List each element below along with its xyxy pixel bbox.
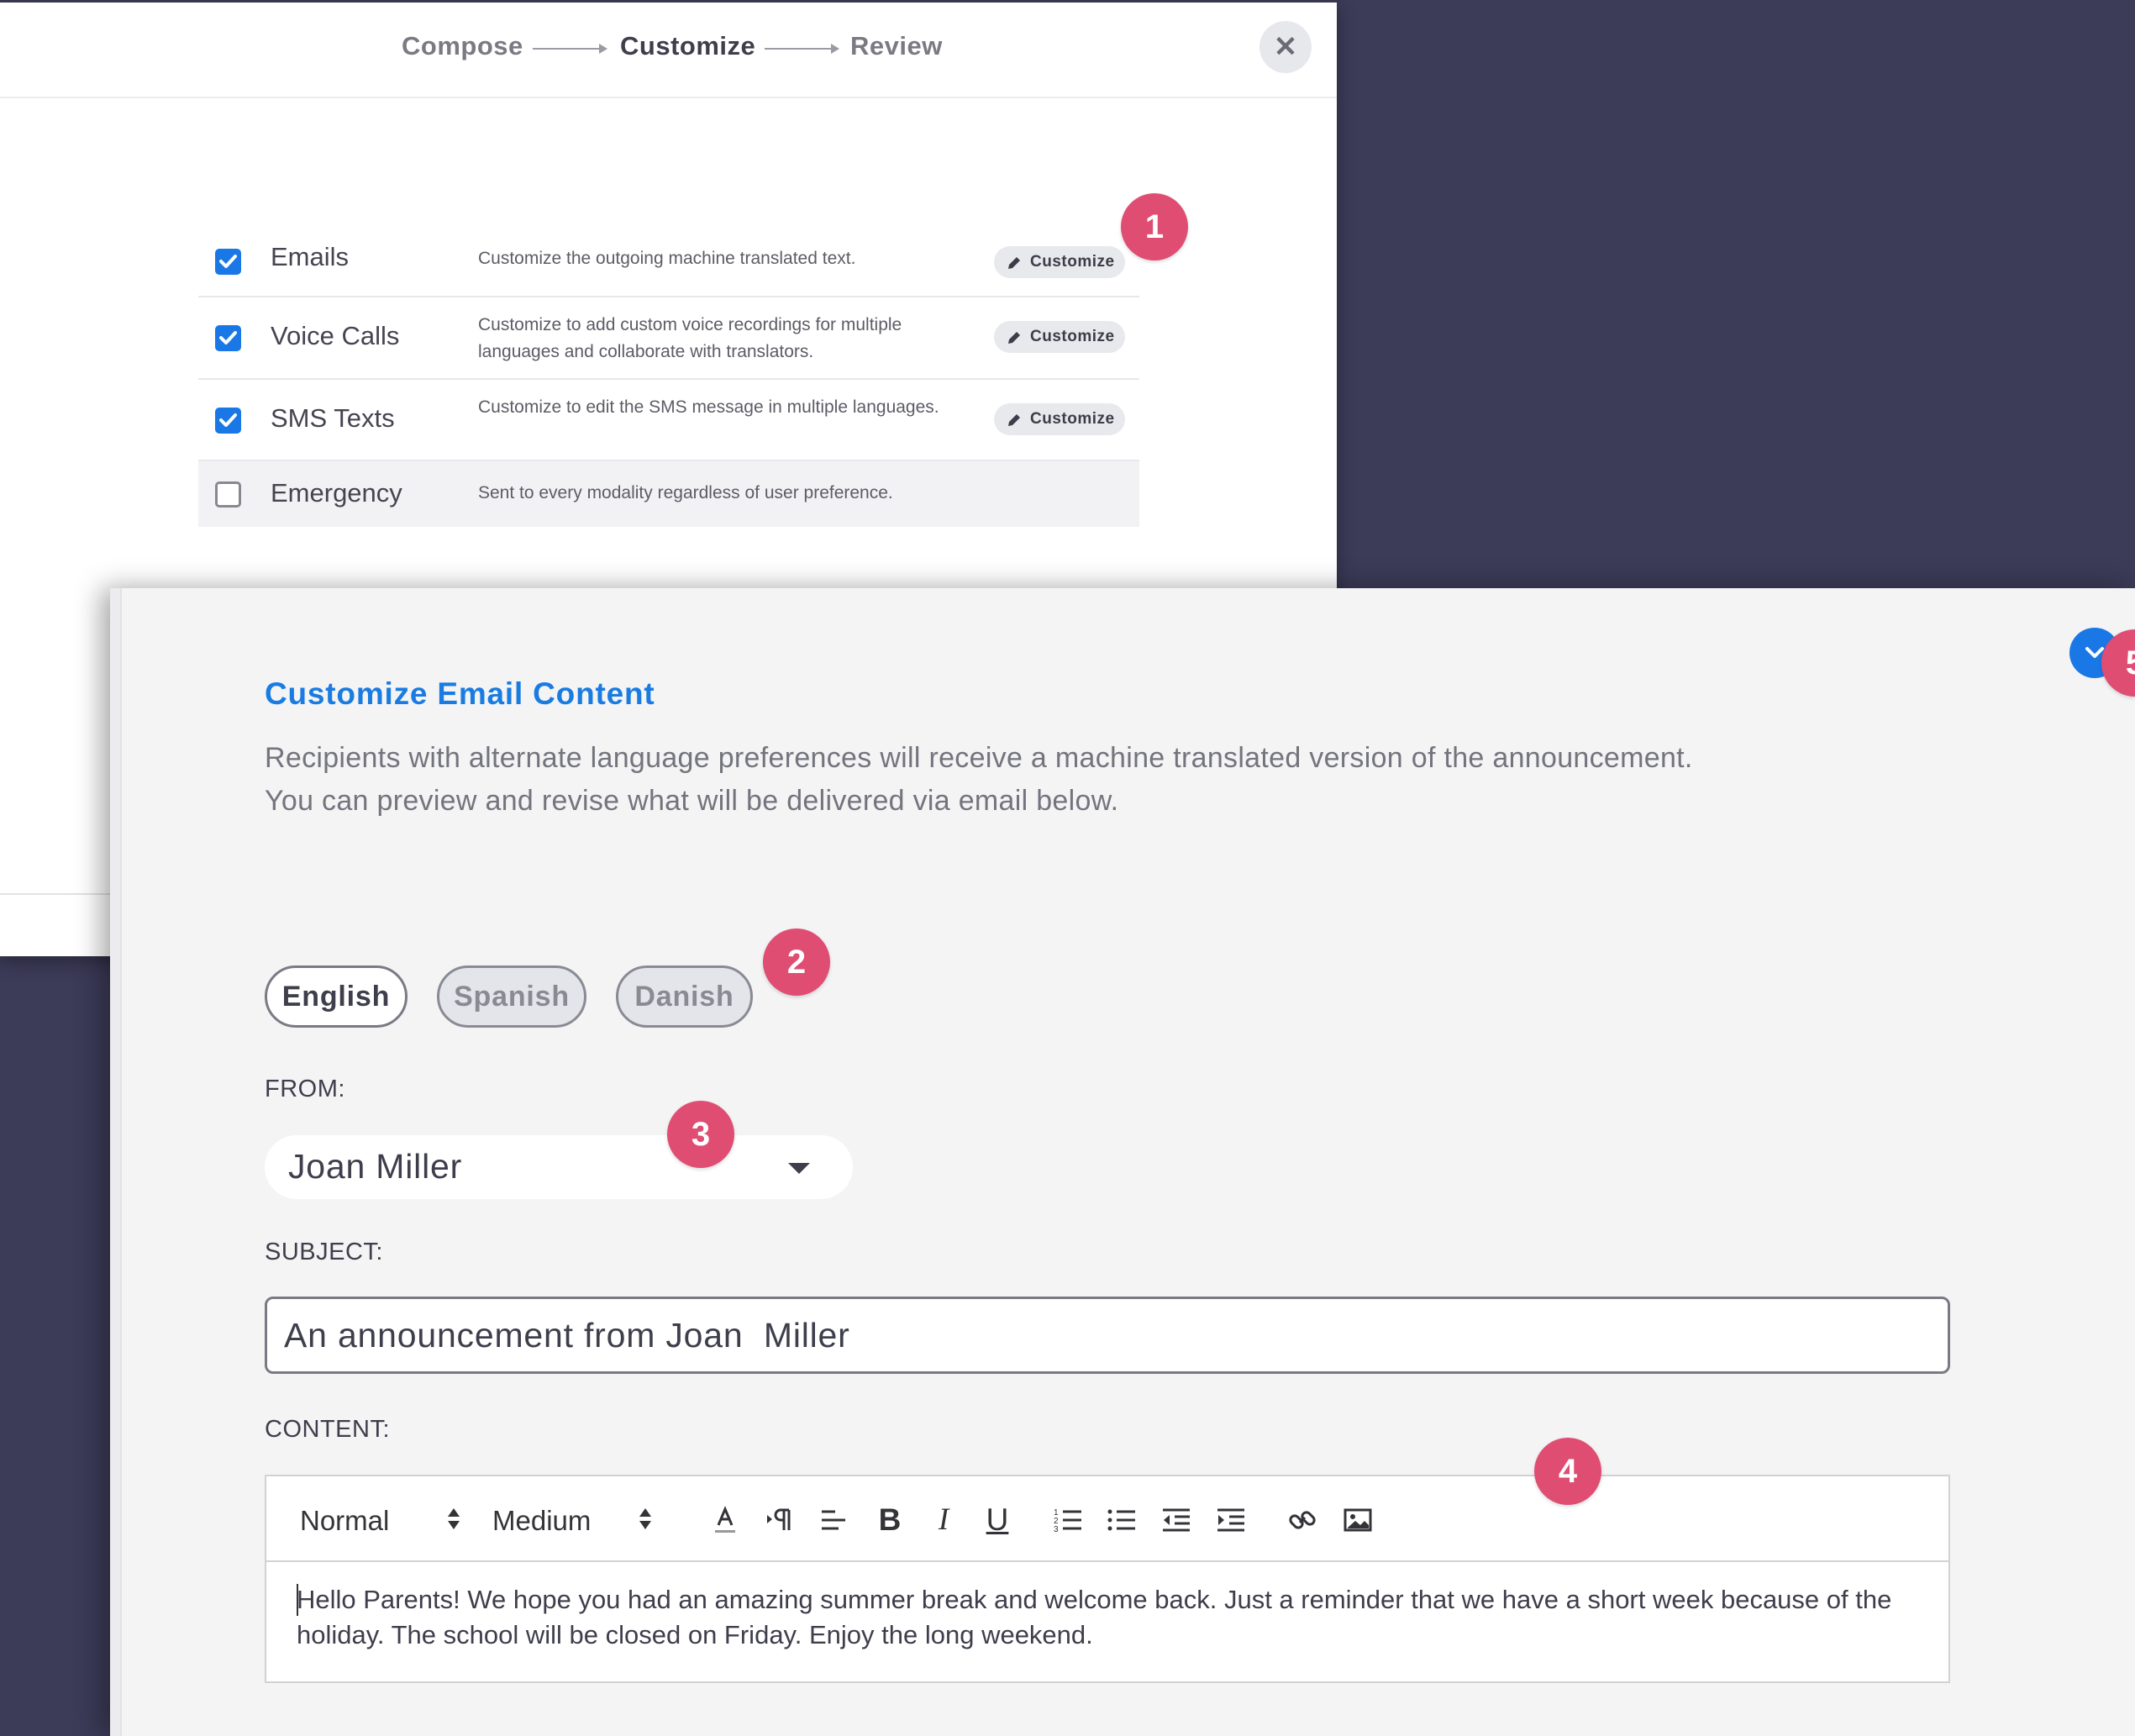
panel-description: Recipients with alternate language prefe… bbox=[265, 737, 1945, 823]
link-button[interactable] bbox=[1284, 1502, 1321, 1539]
modality-description: Customize to edit the SMS message in mul… bbox=[478, 397, 939, 417]
bullet-list-button[interactable] bbox=[1103, 1502, 1140, 1539]
text-color-icon bbox=[715, 1506, 735, 1533]
indent-icon bbox=[1217, 1508, 1244, 1532]
emails-checkbox[interactable] bbox=[215, 249, 241, 275]
callout-badge-2: 2 bbox=[763, 928, 830, 996]
content-body[interactable]: Hello Parents! We hope you had an amazin… bbox=[297, 1582, 1927, 1653]
outdent-icon bbox=[1163, 1508, 1190, 1532]
pencil-icon bbox=[1008, 414, 1020, 426]
customize-voice-calls-button[interactable]: Customize bbox=[994, 321, 1125, 353]
ordered-list-icon: 123 bbox=[1054, 1508, 1081, 1534]
callout-badge-3: 3 bbox=[667, 1101, 734, 1168]
callout-badge-1: 1 bbox=[1121, 193, 1188, 260]
stepper-header: Compose Customize Review ✕ bbox=[0, 3, 1337, 98]
emergency-checkbox[interactable] bbox=[215, 481, 241, 508]
italic-button[interactable]: I bbox=[925, 1503, 962, 1537]
voice-calls-checkbox[interactable] bbox=[215, 325, 241, 351]
panel-edge bbox=[110, 588, 122, 1736]
text-color-button[interactable] bbox=[707, 1502, 744, 1539]
customize-email-panel: Customize Email Content Recipients with … bbox=[110, 588, 2135, 1736]
size-updown-icon bbox=[639, 1508, 651, 1532]
image-button[interactable] bbox=[1339, 1502, 1376, 1539]
customize-button-label: Customize bbox=[1030, 328, 1115, 345]
underline-button[interactable]: U bbox=[979, 1503, 1016, 1537]
modality-row-emergency: Emergency Sent to every modality regardl… bbox=[198, 461, 1139, 527]
check-icon bbox=[219, 413, 237, 427]
bold-button[interactable]: B bbox=[871, 1503, 908, 1537]
modality-name: Emergency bbox=[271, 478, 402, 508]
modality-name: SMS Texts bbox=[271, 403, 395, 433]
step-review[interactable]: Review bbox=[850, 28, 943, 65]
link-icon bbox=[1289, 1511, 1316, 1529]
modality-row-voice-calls: Voice Calls Customize to add custom voic… bbox=[198, 297, 1139, 380]
align-button[interactable] bbox=[815, 1502, 852, 1539]
from-value: Joan Miller bbox=[288, 1147, 463, 1186]
modality-name: Emails bbox=[271, 242, 350, 271]
content-label: CONTENT: bbox=[265, 1416, 390, 1443]
editor-toolbar: Normal Medium B I U 123 bbox=[266, 1476, 1948, 1562]
pencil-icon bbox=[1008, 257, 1020, 269]
ordered-list-button[interactable]: 123 bbox=[1049, 1502, 1086, 1539]
align-left-icon bbox=[822, 1510, 845, 1530]
customize-button-label: Customize bbox=[1030, 253, 1115, 271]
description-line-1: Recipients with alternate language prefe… bbox=[265, 742, 1693, 774]
step-customize[interactable]: Customize bbox=[620, 28, 755, 65]
language-tab-danish[interactable]: Danish bbox=[616, 965, 753, 1028]
format-select[interactable]: Normal bbox=[300, 1505, 389, 1537]
text-direction-icon bbox=[767, 1508, 791, 1530]
customize-emails-button[interactable]: Customize bbox=[994, 246, 1125, 278]
image-icon bbox=[1344, 1508, 1372, 1532]
step-arrow-1 bbox=[533, 44, 607, 54]
language-tab-spanish[interactable]: Spanish bbox=[437, 965, 586, 1028]
customize-sms-texts-button[interactable]: Customize bbox=[994, 403, 1125, 435]
modality-row-emails: Emails Customize the outgoing machine tr… bbox=[198, 222, 1139, 297]
modality-description: Sent to every modality regardless of use… bbox=[478, 483, 893, 502]
panel-title: Customize Email Content bbox=[265, 676, 655, 711]
language-tab-english[interactable]: English bbox=[265, 965, 408, 1028]
subject-input[interactable] bbox=[265, 1297, 1950, 1374]
rich-text-editor: Normal Medium B I U 123 Hello Parents! W… bbox=[265, 1475, 1950, 1683]
modality-name: Voice Calls bbox=[271, 321, 400, 350]
close-button[interactable]: ✕ bbox=[1259, 21, 1312, 73]
customize-button-label: Customize bbox=[1030, 410, 1115, 428]
outdent-button[interactable] bbox=[1158, 1502, 1195, 1539]
step-arrow-2 bbox=[765, 44, 839, 54]
bullet-list-icon bbox=[1107, 1509, 1135, 1531]
check-icon bbox=[219, 331, 237, 345]
from-label: FROM: bbox=[265, 1076, 345, 1102]
modality-description: Customize the outgoing machine translate… bbox=[478, 249, 856, 268]
step-compose[interactable]: Compose bbox=[402, 28, 523, 65]
from-select[interactable]: Joan Miller bbox=[265, 1135, 853, 1199]
check-icon bbox=[219, 255, 237, 268]
description-line-2: You can preview and revise what will be … bbox=[265, 785, 1119, 817]
subject-label: SUBJECT: bbox=[265, 1239, 383, 1265]
modality-row-sms-texts: SMS Texts Customize to edit the SMS mess… bbox=[198, 380, 1139, 461]
size-select[interactable]: Medium bbox=[492, 1505, 591, 1537]
pencil-icon bbox=[1008, 332, 1020, 344]
footer-divider bbox=[0, 893, 118, 895]
svg-text:3: 3 bbox=[1054, 1525, 1059, 1534]
close-icon: ✕ bbox=[1273, 31, 1298, 63]
format-updown-icon bbox=[448, 1508, 460, 1532]
callout-badge-4: 4 bbox=[1534, 1438, 1601, 1505]
indent-button[interactable] bbox=[1212, 1502, 1249, 1539]
text-direction-button[interactable] bbox=[762, 1502, 799, 1539]
modality-description: Customize to add custom voice recordings… bbox=[478, 315, 902, 361]
caret-down-icon bbox=[788, 1163, 810, 1174]
sms-texts-checkbox[interactable] bbox=[215, 408, 241, 434]
